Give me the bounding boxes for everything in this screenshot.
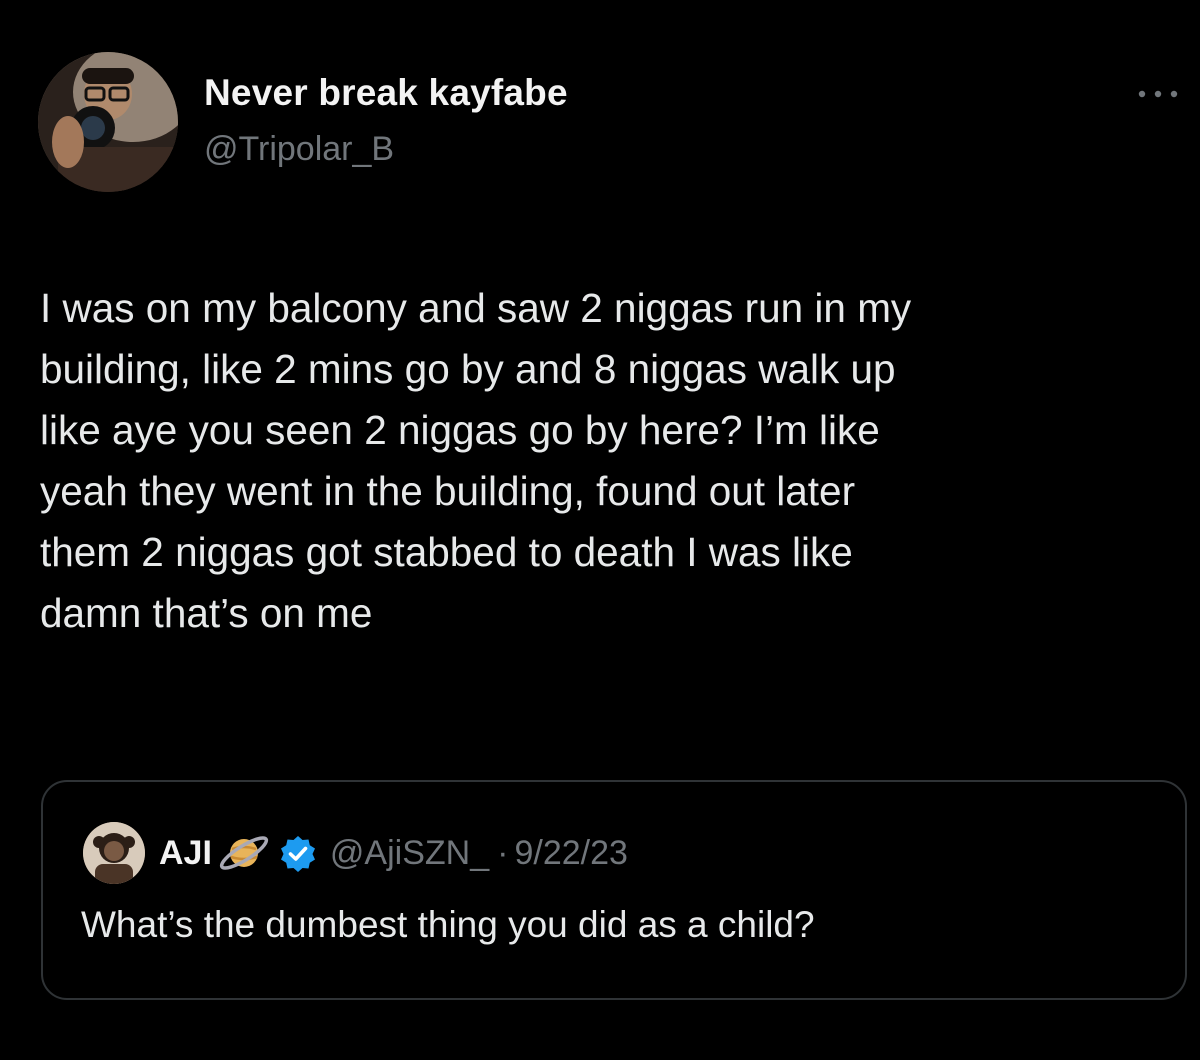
quote-author-name[interactable]: AJI xyxy=(159,834,212,873)
quote-header: AJI @AjiSZN_ · 9/22/23 xyxy=(159,828,628,878)
quote-date[interactable]: 9/22/23 xyxy=(514,834,627,873)
author-handle[interactable]: @Tripolar_B xyxy=(204,130,394,169)
tweet-text: I was on my balcony and saw 2 niggas run… xyxy=(40,285,912,636)
quote-author-avatar[interactable] xyxy=(83,822,145,884)
ellipsis-icon xyxy=(1138,90,1178,98)
avatar-photo-icon xyxy=(38,52,178,192)
author-avatar[interactable] xyxy=(38,52,178,192)
verified-badge-icon xyxy=(278,833,318,873)
quoted-tweet-card[interactable]: AJI @AjiSZN_ · 9/22/23 What’s the dumbes… xyxy=(41,780,1187,1000)
quote-text: What’s the dumbest thing you did as a ch… xyxy=(81,904,815,945)
quote-author-handle[interactable]: @AjiSZN_ xyxy=(330,834,489,873)
author-display-name[interactable]: Never break kayfabe xyxy=(204,72,568,114)
more-options-button[interactable] xyxy=(1128,74,1188,114)
separator-dot: · xyxy=(497,833,509,872)
tweet: Never break kayfabe @Tripolar_B I was on… xyxy=(0,0,1200,1060)
avatar-photo-icon xyxy=(83,822,145,884)
ringed-planet-icon xyxy=(216,829,272,877)
